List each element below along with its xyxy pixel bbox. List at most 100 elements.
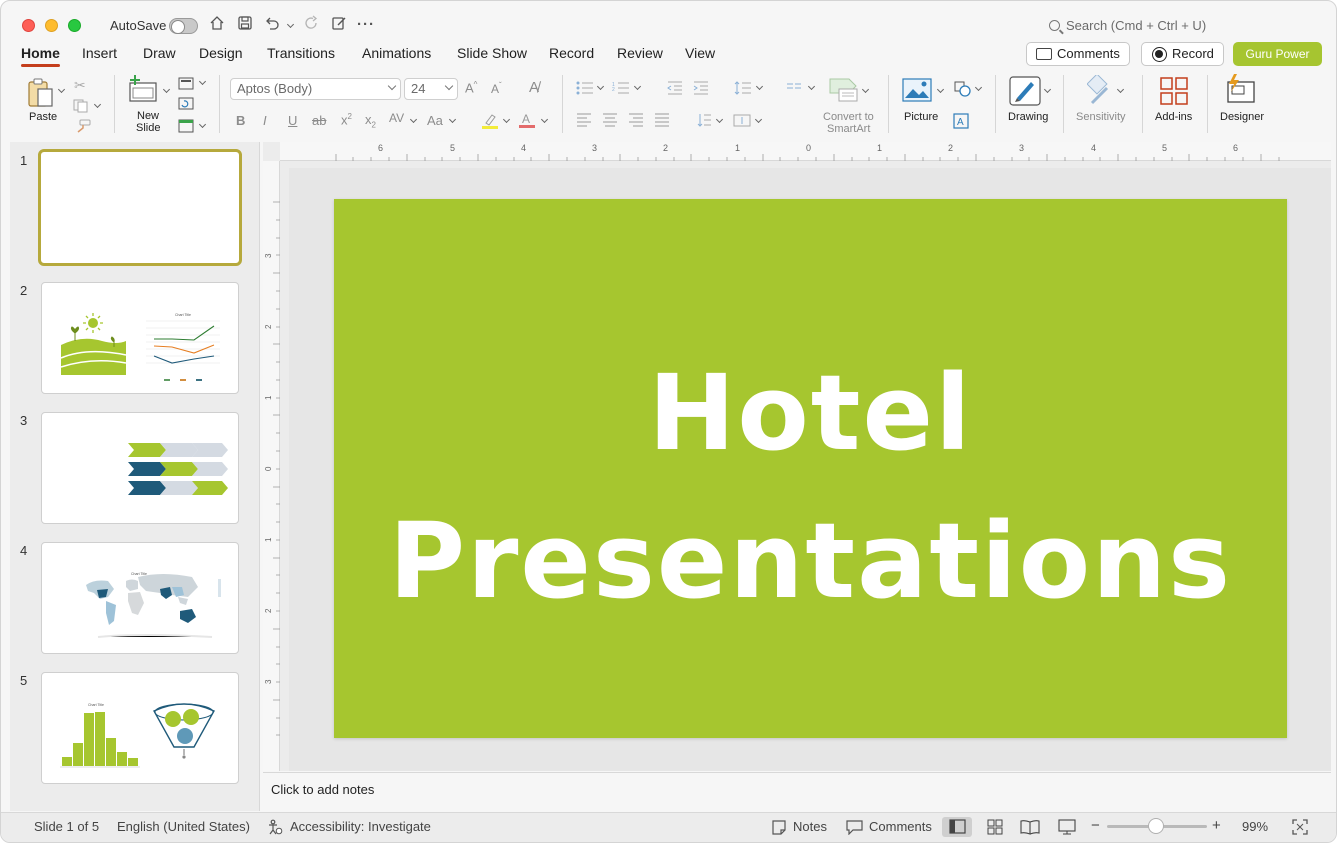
new-slide-dropdown-chevron-icon[interactable]: [162, 85, 171, 94]
edit-doc-icon[interactable]: [329, 15, 349, 35]
tab-slide-show[interactable]: Slide Show: [457, 45, 527, 61]
sensitivity-chevron-icon[interactable]: [1116, 85, 1125, 94]
tab-animations[interactable]: Animations: [362, 45, 431, 61]
slide-editor[interactable]: 6543210123456 3 2 1 0 1 2 3 Hotel Presen…: [263, 142, 1331, 771]
shapes-chevron-icon[interactable]: [974, 83, 983, 92]
tab-record[interactable]: Record: [549, 45, 594, 61]
bold-icon[interactable]: B: [236, 113, 245, 128]
comments-button[interactable]: Comments: [1026, 42, 1130, 66]
tab-home[interactable]: Home: [21, 45, 60, 67]
zoom-slider-handle[interactable]: [1148, 818, 1164, 834]
guru-power-button[interactable]: Guru Power: [1233, 42, 1322, 66]
strikethrough-icon[interactable]: ab: [312, 113, 326, 128]
line-spacing-icon[interactable]: [734, 80, 752, 99]
notes-icon[interactable]: [771, 820, 787, 838]
text-direction-icon[interactable]: [696, 112, 712, 131]
smartart-chevron-icon[interactable]: [861, 85, 870, 94]
increase-indent-icon[interactable]: [693, 81, 709, 98]
format-painter-icon[interactable]: [75, 119, 91, 136]
smartart-icon[interactable]: [829, 77, 859, 106]
notes-toggle[interactable]: Notes: [793, 819, 827, 834]
slide-show-view-button[interactable]: [1052, 817, 1082, 837]
tab-review[interactable]: Review: [617, 45, 663, 61]
numbering-chevron-icon[interactable]: [633, 82, 642, 91]
text-box-icon[interactable]: A: [953, 113, 969, 132]
paste-dropdown-chevron-icon[interactable]: [57, 85, 66, 94]
slide-thumbnail-5[interactable]: Chart Title: [41, 672, 239, 784]
more-options-icon[interactable]: ···: [356, 15, 376, 35]
slide-thumbnail-3[interactable]: [41, 412, 239, 524]
zoom-window-button[interactable]: [68, 19, 81, 32]
tab-draw[interactable]: Draw: [143, 45, 176, 61]
justify-icon[interactable]: [654, 113, 670, 130]
text-direction-chevron-icon[interactable]: [715, 115, 724, 124]
highlight-icon[interactable]: [481, 113, 499, 132]
section-icon[interactable]: [178, 119, 194, 136]
line-spacing-chevron-icon[interactable]: [755, 82, 764, 91]
columns-icon[interactable]: [786, 82, 802, 97]
font-color-icon[interactable]: A: [518, 112, 536, 132]
zoom-out-icon[interactable]: −: [1091, 817, 1100, 834]
minimize-window-button[interactable]: [45, 19, 58, 32]
zoom-in-icon[interactable]: +: [1212, 817, 1221, 834]
close-window-button[interactable]: [22, 19, 35, 32]
slide-thumbnail-4[interactable]: Chart Title: [41, 542, 239, 654]
section-dropdown-chevron-icon[interactable]: [198, 120, 207, 129]
search-box[interactable]: Search (Cmd + Ctrl + U): [1049, 18, 1206, 33]
home-icon[interactable]: [207, 15, 227, 35]
bullets-chevron-icon[interactable]: [596, 82, 605, 91]
sensitivity-icon[interactable]: [1086, 73, 1113, 108]
align-left-icon[interactable]: [576, 113, 592, 130]
font-color-chevron-icon[interactable]: [540, 115, 549, 124]
underline-icon[interactable]: U: [288, 113, 297, 128]
layout-dropdown-chevron-icon[interactable]: [198, 77, 207, 86]
font-name-select[interactable]: Aptos (Body): [230, 78, 401, 100]
align-text-chevron-icon[interactable]: [754, 115, 763, 124]
change-case-icon[interactable]: Aa: [427, 113, 443, 128]
add-ins-icon[interactable]: [1160, 77, 1188, 108]
record-button[interactable]: Record: [1141, 42, 1224, 66]
reading-view-button[interactable]: [1015, 817, 1045, 837]
numbering-icon[interactable]: 12: [612, 81, 630, 98]
clear-formatting-icon[interactable]: A̸: [529, 79, 539, 96]
normal-view-button[interactable]: [942, 817, 972, 837]
slide-title[interactable]: Hotel Presentations: [334, 339, 1287, 635]
drawing-chevron-icon[interactable]: [1043, 85, 1052, 94]
character-spacing-icon[interactable]: AV: [389, 111, 404, 125]
new-slide-icon[interactable]: [128, 75, 158, 108]
shapes-icon[interactable]: [954, 81, 972, 100]
reset-slide-icon[interactable]: [178, 97, 194, 113]
redo-icon[interactable]: [302, 15, 322, 35]
autosave-toggle[interactable]: [169, 18, 198, 34]
decrease-indent-icon[interactable]: [667, 81, 683, 98]
decrease-font-icon[interactable]: Aˇ: [491, 81, 502, 96]
picture-chevron-icon[interactable]: [936, 85, 945, 94]
columns-chevron-icon[interactable]: [807, 82, 816, 91]
italic-icon[interactable]: I: [263, 113, 267, 128]
align-right-icon[interactable]: [628, 113, 644, 130]
subscript-icon[interactable]: x2: [365, 112, 376, 130]
fit-to-window-icon[interactable]: [1292, 819, 1308, 838]
align-text-icon[interactable]: [733, 112, 751, 131]
copy-icon[interactable]: [73, 99, 89, 116]
character-spacing-chevron-icon[interactable]: [409, 115, 418, 124]
slide-thumbnail-pane[interactable]: 1 2 Chart Title 3 4 Chart Title 5 Chart …: [10, 142, 260, 811]
bullets-icon[interactable]: [576, 81, 594, 98]
increase-font-icon[interactable]: A^: [465, 80, 477, 95]
tab-transitions[interactable]: Transitions: [267, 45, 335, 61]
highlight-chevron-icon[interactable]: [502, 115, 511, 124]
comments-icon[interactable]: [846, 820, 863, 838]
save-icon[interactable]: [235, 15, 255, 35]
slide-sorter-view-button[interactable]: [980, 817, 1010, 837]
slide-thumbnail-2[interactable]: Chart Title: [41, 282, 239, 394]
notes-pane[interactable]: Click to add notes: [263, 772, 1331, 811]
slide-thumbnail-1[interactable]: [38, 149, 242, 266]
tab-design[interactable]: Design: [199, 45, 243, 61]
superscript-icon[interactable]: x2: [341, 112, 352, 127]
tab-insert[interactable]: Insert: [82, 45, 117, 61]
drawing-icon[interactable]: [1009, 76, 1041, 109]
layout-icon[interactable]: [178, 77, 194, 93]
tab-view[interactable]: View: [685, 45, 715, 61]
copy-dropdown-chevron-icon[interactable]: [93, 100, 102, 109]
change-case-chevron-icon[interactable]: [448, 115, 457, 124]
